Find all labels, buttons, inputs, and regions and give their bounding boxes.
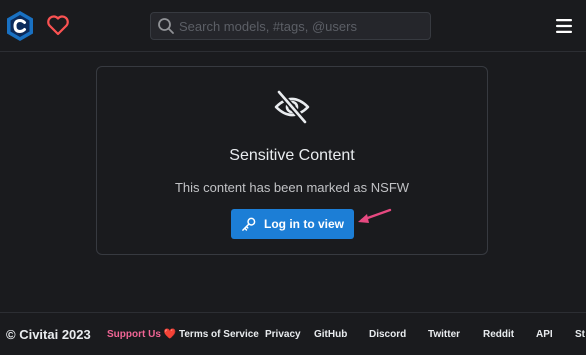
footer: © Civitai 2023 Support Us ❤️ Terms of Se… [0,312,586,355]
status-link[interactable]: St [575,329,585,340]
login-button-label: Log in to view [264,217,344,231]
arrow-annotation-icon [358,208,392,223]
heart-icon[interactable] [46,14,70,36]
twitter-link[interactable]: Twitter [428,329,460,340]
key-icon [242,217,256,231]
github-link[interactable]: GitHub [314,329,347,340]
card-title: Sensitive Content [229,147,355,164]
sensitive-content-card: Sensitive Content This content has been … [96,66,488,255]
search-bar[interactable] [150,12,431,40]
support-us-link[interactable]: Support Us ❤️ [107,329,176,340]
api-link[interactable]: API [536,329,553,340]
terms-of-service-link[interactable]: Terms of Service [179,329,259,340]
eye-off-icon [274,90,310,124]
privacy-link[interactable]: Privacy [265,329,301,340]
hamburger-menu-icon[interactable] [556,19,572,33]
login-to-view-button[interactable]: Log in to view [231,209,354,239]
top-header [0,0,586,52]
civitai-logo[interactable] [5,10,35,42]
copyright-text: © Civitai 2023 [6,327,91,342]
nsfw-message: This content has been marked as NSFW [174,180,410,195]
search-icon [158,18,174,34]
search-input[interactable] [179,13,427,39]
discord-link[interactable]: Discord [369,329,406,340]
reddit-link[interactable]: Reddit [483,329,514,340]
